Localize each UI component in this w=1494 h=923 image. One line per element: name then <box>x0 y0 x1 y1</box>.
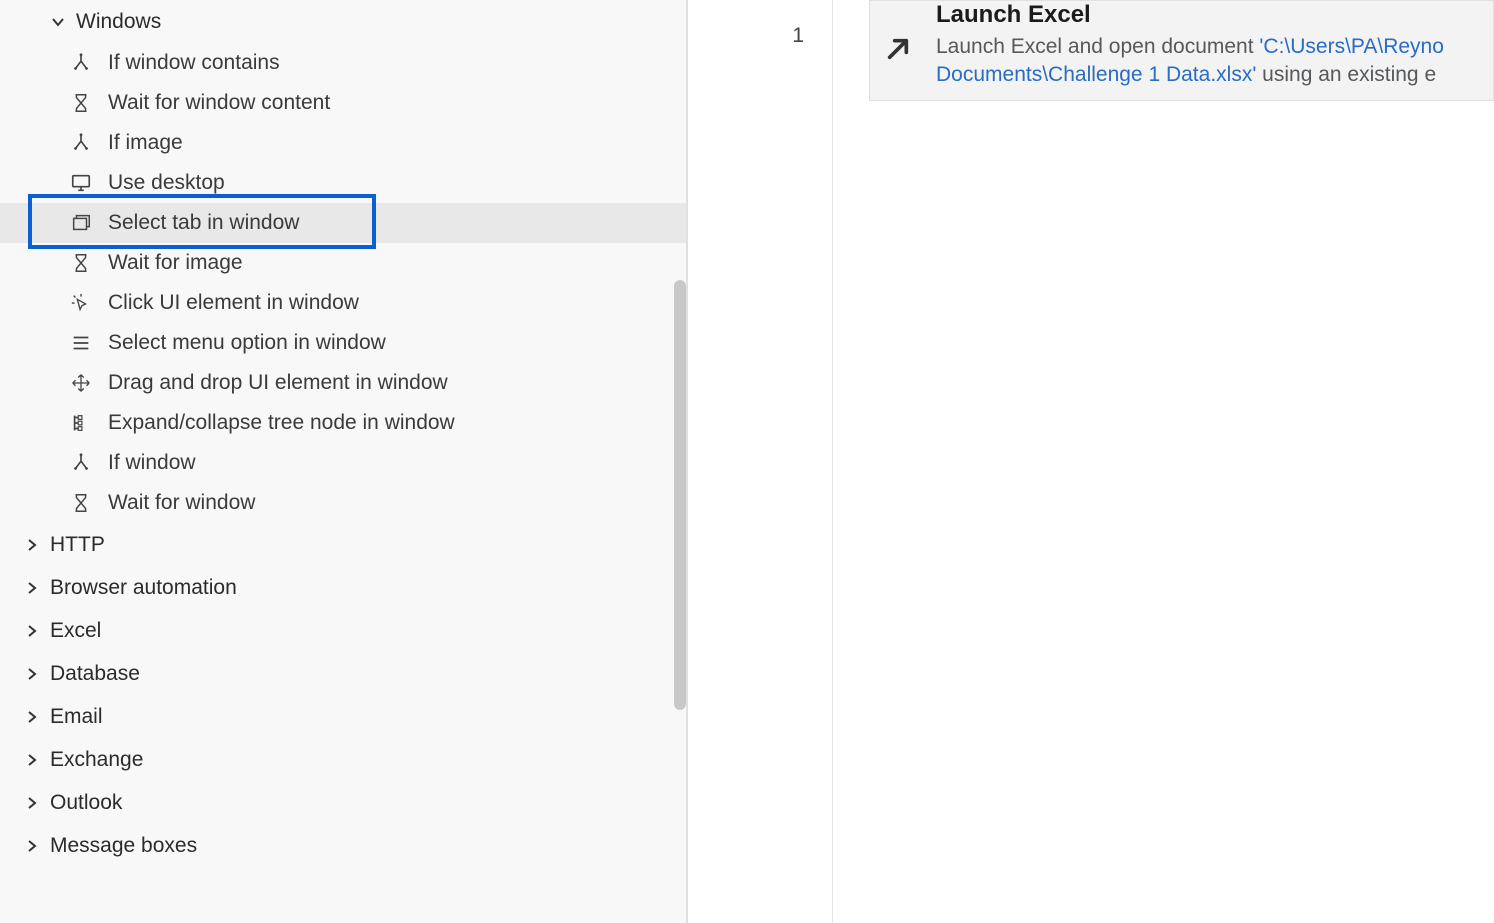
tree-icon <box>70 412 92 434</box>
action-item[interactable]: Drag and drop UI element in window <box>0 363 686 403</box>
monitor-icon <box>70 172 92 194</box>
chevron-right-icon <box>24 537 40 553</box>
category-windows[interactable]: Windows <box>0 0 686 43</box>
tabs-icon <box>70 212 92 234</box>
action-item[interactable]: Wait for window content <box>0 83 686 123</box>
category-item[interactable]: Database <box>0 652 686 695</box>
category-item[interactable]: Message boxes <box>0 824 686 867</box>
category-label: Exchange <box>50 748 143 772</box>
category-item[interactable]: Browser automation <box>0 566 686 609</box>
category-label: Browser automation <box>50 576 237 600</box>
launch-icon <box>878 29 918 69</box>
action-item[interactable]: If window contains <box>0 43 686 83</box>
action-item[interactable]: If window <box>0 443 686 483</box>
step-description: Launch Excel and open document 'C:\Users… <box>936 33 1481 90</box>
action-label: Click UI element in window <box>108 291 359 315</box>
drag-icon <box>70 372 92 394</box>
chevron-right-icon <box>24 838 40 854</box>
category-label: HTTP <box>50 533 105 557</box>
hourglass-icon <box>70 252 92 274</box>
action-label: Wait for image <box>108 251 243 275</box>
action-item[interactable]: Use desktop <box>0 163 686 203</box>
hourglass-icon <box>70 492 92 514</box>
action-label: Expand/collapse tree node in window <box>108 411 455 435</box>
category-item[interactable]: Email <box>0 695 686 738</box>
action-item[interactable]: Wait for window <box>0 483 686 523</box>
line-number: 1 <box>792 24 804 47</box>
action-item[interactable]: Click UI element in window <box>0 283 686 323</box>
category-item[interactable]: Excel <box>0 609 686 652</box>
action-label: Use desktop <box>108 171 225 195</box>
action-label: Drag and drop UI element in window <box>108 371 448 395</box>
action-label: If image <box>108 131 183 155</box>
category-item[interactable]: HTTP <box>0 523 686 566</box>
actions-panel: Windows If window contains Wait for windo… <box>0 0 688 923</box>
category-label: Database <box>50 662 140 686</box>
chevron-down-icon <box>50 14 66 30</box>
branch-icon <box>70 52 92 74</box>
action-label: Wait for window <box>108 491 255 515</box>
category-label: Excel <box>50 619 101 643</box>
chevron-right-icon <box>24 709 40 725</box>
chevron-right-icon <box>24 666 40 682</box>
action-item[interactable]: Select tab in window <box>0 203 686 243</box>
action-item[interactable]: Select menu option in window <box>0 323 686 363</box>
category-label: Email <box>50 705 103 729</box>
flow-designer: 1 Launch Excel Launch Excel and open doc… <box>688 0 1494 923</box>
action-label: Select tab in window <box>108 211 299 235</box>
action-label: Select menu option in window <box>108 331 386 355</box>
action-item[interactable]: Wait for image <box>0 243 686 283</box>
branch-icon <box>70 132 92 154</box>
chevron-right-icon <box>24 580 40 596</box>
hourglass-icon <box>70 92 92 114</box>
line-number-gutter: 1 <box>688 0 833 923</box>
menu-icon <box>70 332 92 354</box>
category-label: Windows <box>76 10 161 34</box>
chevron-right-icon <box>24 752 40 768</box>
action-label: If window <box>108 451 196 475</box>
branch-icon <box>70 452 92 474</box>
chevron-right-icon <box>24 795 40 811</box>
action-item[interactable]: Expand/collapse tree node in window <box>0 403 686 443</box>
category-item[interactable]: Outlook <box>0 781 686 824</box>
category-label: Outlook <box>50 791 122 815</box>
chevron-right-icon <box>24 623 40 639</box>
flow-step-launch-excel[interactable]: Launch Excel Launch Excel and open docum… <box>869 0 1494 101</box>
action-item[interactable]: If image <box>0 123 686 163</box>
action-label: Wait for window content <box>108 91 330 115</box>
category-item[interactable]: Exchange <box>0 738 686 781</box>
category-label: Message boxes <box>50 834 197 858</box>
step-title: Launch Excel <box>936 1 1481 29</box>
action-label: If window contains <box>108 51 280 75</box>
flow-canvas[interactable]: Launch Excel Launch Excel and open docum… <box>833 0 1494 923</box>
scrollbar[interactable] <box>674 280 686 710</box>
click-icon <box>70 292 92 314</box>
